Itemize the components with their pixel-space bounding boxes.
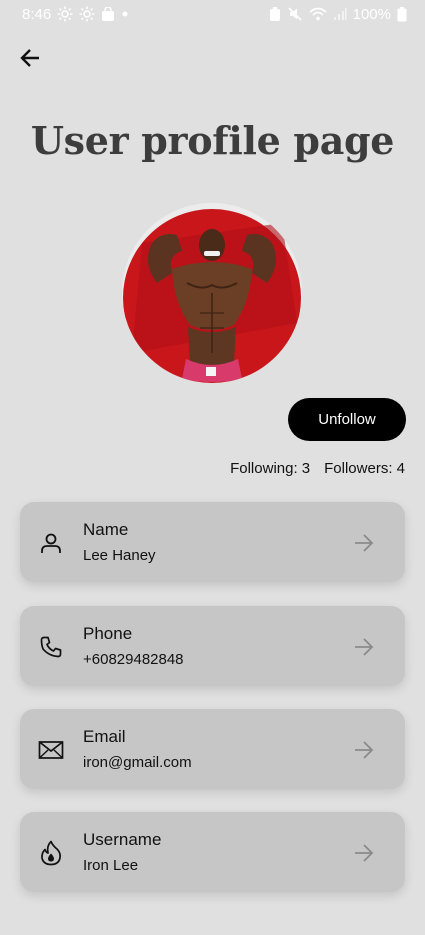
arrow-right-icon bbox=[355, 741, 374, 759]
arrow-right-icon bbox=[355, 534, 374, 552]
username-card[interactable]: Username Iron Lee bbox=[20, 812, 405, 892]
email-label: Email bbox=[83, 727, 126, 746]
profile-photo bbox=[122, 203, 302, 383]
phone-card[interactable]: Phone +60829482848 bbox=[20, 606, 405, 686]
phone-label: Phone bbox=[83, 624, 133, 643]
wifi-icon bbox=[309, 7, 327, 21]
status-time: 8:46 bbox=[22, 5, 52, 23]
status-right: 100% bbox=[269, 6, 407, 23]
fire-icon bbox=[38, 840, 64, 866]
following-count: Following: 3 bbox=[230, 460, 311, 477]
mute-icon bbox=[288, 7, 302, 21]
avatar bbox=[122, 203, 302, 383]
follow-stats: Following: 3 Followers: 4 bbox=[230, 460, 405, 477]
mail-icon bbox=[38, 737, 64, 763]
username-value: Iron Lee bbox=[83, 857, 139, 874]
status-left: 8:46 bbox=[22, 6, 129, 23]
battery-icon bbox=[397, 6, 407, 21]
arrow-right-icon bbox=[355, 638, 374, 656]
arrow-left-icon bbox=[20, 49, 39, 67]
page-title: User profile page bbox=[30, 118, 395, 163]
name-text: Name Lee Haney bbox=[83, 520, 156, 564]
battery-percent: 100% bbox=[352, 5, 391, 23]
phone-value: +60829482848 bbox=[83, 651, 184, 668]
email-card[interactable]: Email iron@gmail.com bbox=[20, 709, 405, 789]
sun-icon bbox=[79, 6, 95, 22]
phone-text: Phone +60829482848 bbox=[83, 624, 184, 668]
arrow-right-icon bbox=[355, 844, 374, 862]
username-text: Username Iron Lee bbox=[83, 830, 161, 874]
back-button[interactable] bbox=[16, 44, 44, 72]
phone-icon bbox=[38, 634, 64, 660]
followers-count: Followers: 4 bbox=[324, 460, 405, 477]
name-label: Name bbox=[83, 520, 129, 539]
username-label: Username bbox=[83, 830, 162, 849]
signal-icon bbox=[333, 8, 347, 20]
name-value: Lee Haney bbox=[83, 547, 156, 564]
alarm-icon bbox=[269, 6, 280, 21]
email-text: Email iron@gmail.com bbox=[83, 727, 192, 771]
status-bar: 8:46 100% bbox=[0, 0, 425, 28]
dot-icon bbox=[122, 11, 128, 17]
unfollow-button[interactable]: Unfollow bbox=[288, 398, 406, 441]
shopping-bag-icon bbox=[102, 6, 115, 21]
sun-icon bbox=[57, 6, 73, 22]
person-icon bbox=[38, 530, 64, 556]
email-value: iron@gmail.com bbox=[83, 754, 192, 771]
name-card[interactable]: Name Lee Haney bbox=[20, 502, 405, 582]
